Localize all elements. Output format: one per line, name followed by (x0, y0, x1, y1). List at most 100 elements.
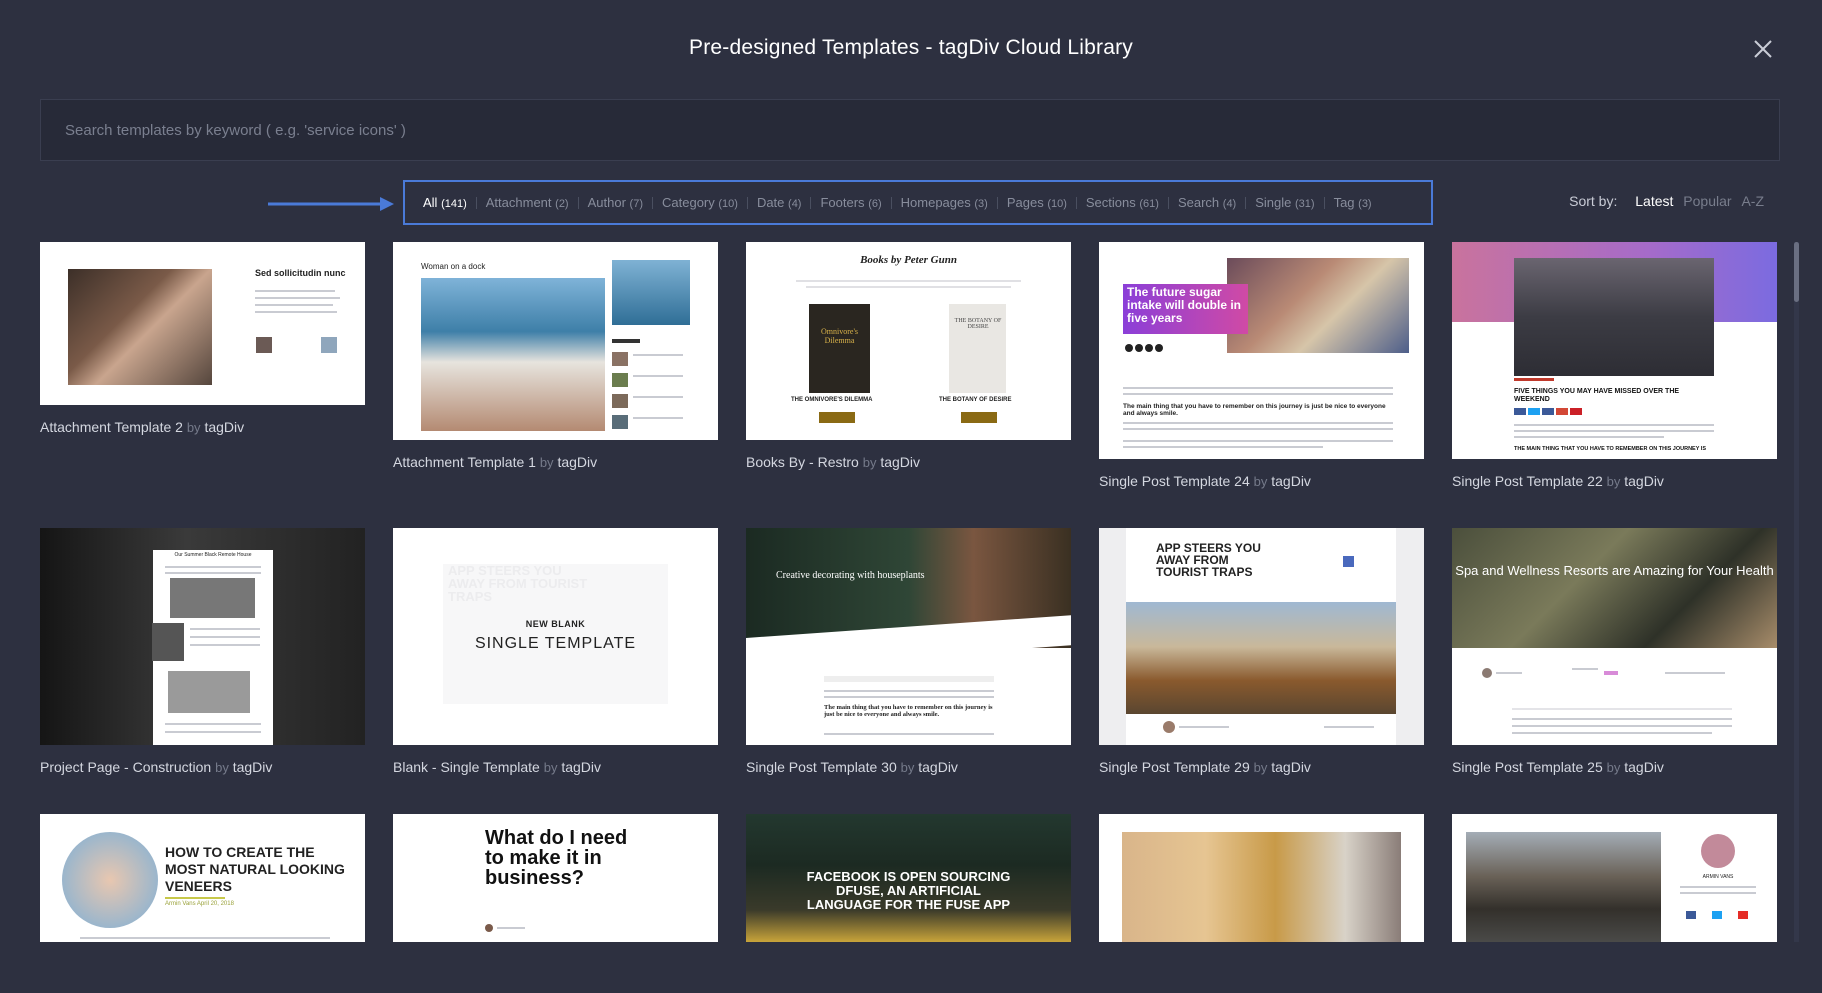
filter-single[interactable]: Single (31) (1255, 195, 1314, 210)
filter-label: Homepages (900, 195, 971, 210)
filter-footers[interactable]: Footers (6) (820, 195, 881, 210)
modal-title: Pre-designed Templates - tagDiv Cloud Li… (689, 36, 1133, 59)
template-author: tagDiv (1624, 759, 1664, 775)
template-card[interactable]: The future sugar intake will double in f… (1099, 242, 1424, 489)
template-name: Single Post Template 25 (1452, 759, 1603, 775)
scrollbar-thumb[interactable] (1794, 242, 1799, 302)
template-name: Single Post Template 29 (1099, 759, 1250, 775)
filter-label: Search (1177, 195, 1220, 210)
template-name: Project Page - Construction (40, 759, 212, 775)
filter-label: Sections (1085, 195, 1136, 210)
filter-separator (810, 196, 812, 209)
template-name: Blank - Single Template (393, 759, 540, 775)
template-thumbnail[interactable]: Spa and Wellness Resorts are Amazing for… (1452, 528, 1777, 745)
template-card[interactable]: ARMIN VANS (1452, 814, 1777, 942)
template-card[interactable]: HOW TO CREATE THE MOST NATURAL LOOKING V… (40, 814, 365, 942)
filter-sections[interactable]: Sections (61) (1086, 195, 1159, 210)
arrow-right-icon (268, 194, 396, 214)
filter-category[interactable]: Category (10) (662, 195, 738, 210)
template-card[interactable]: Sed sollicitudin nunc Attachment Templat… (40, 242, 365, 435)
filter-separator (1167, 196, 1169, 209)
template-name: Attachment Template 2 (40, 419, 183, 435)
template-thumbnail[interactable] (1099, 814, 1424, 942)
template-author: tagDiv (232, 759, 273, 775)
filter-homepages[interactable]: Homepages (3) (901, 195, 988, 210)
template-author: tagDiv (1271, 759, 1311, 775)
template-thumbnail[interactable]: What do I need to make it in business? (393, 814, 718, 942)
filter-separator (996, 196, 998, 209)
filter-label: Pages (1006, 195, 1044, 210)
search-input[interactable] (41, 100, 1779, 160)
template-thumbnail[interactable]: FACEBOOK IS OPEN SOURCING DFUSE, AN ARTI… (746, 814, 1071, 942)
template-author: tagDiv (918, 759, 958, 775)
search-box (40, 99, 1780, 161)
template-card[interactable]: APP STEERS YOU AWAY FROM TOURIST TRAPS S… (1099, 528, 1424, 775)
template-thumbnail[interactable]: ARMIN VANS (1452, 814, 1777, 942)
filter-label: All (423, 195, 438, 210)
filter-label: Attachment (485, 195, 552, 210)
filter-label: Category (662, 195, 715, 210)
sort-latest[interactable]: Latest (1635, 193, 1673, 209)
template-card[interactable]: APP STEERS YOU AWAY FROM TOURIST TRAPS N… (393, 528, 718, 775)
template-name: Books By - Restro (746, 454, 859, 470)
template-name: Single Post Template 30 (746, 759, 897, 775)
filter-pages[interactable]: Pages (10) (1007, 195, 1067, 210)
template-card[interactable]: FACEBOOK IS OPEN SOURCING DFUSE, AN ARTI… (746, 814, 1071, 942)
template-thumbnail[interactable]: APP STEERS YOU AWAY FROM TOURIST TRAPS N… (393, 528, 718, 745)
template-name: Single Post Template 24 (1099, 473, 1250, 489)
template-card[interactable]: Creative decorating with houseplants The… (746, 528, 1071, 775)
template-author: tagDiv (561, 759, 602, 775)
filter-separator (652, 196, 653, 209)
filter-separator (890, 196, 892, 209)
template-card[interactable]: What do I need to make it in business? (393, 814, 718, 942)
template-thumbnail[interactable]: HOW TO CREATE THE MOST NATURAL LOOKING V… (40, 814, 365, 942)
template-card[interactable]: Our Summer Black Remote House Project Pa… (40, 528, 365, 775)
sort-label: Sort by: (1569, 193, 1618, 209)
filter-separator (1323, 196, 1325, 209)
template-card[interactable]: Spa and Wellness Resorts are Amazing for… (1452, 528, 1777, 775)
filter-separator (746, 196, 748, 209)
filter-label: Tag (1333, 195, 1355, 210)
template-thumbnail[interactable]: Our Summer Black Remote House (40, 528, 365, 745)
filter-count: (10) (718, 198, 738, 210)
template-thumbnail[interactable]: Sed sollicitudin nunc (40, 242, 365, 405)
template-name: Attachment Template 1 (393, 454, 536, 470)
filter-separator (1245, 196, 1247, 209)
template-author: tagDiv (1624, 473, 1664, 489)
template-thumbnail[interactable]: Books by Peter Gunn Omnivore's Dilemma T… (746, 242, 1071, 440)
filter-search[interactable]: Search (4) (1178, 195, 1236, 210)
template-card[interactable]: FIVE THINGS YOU MAY HAVE MISSED OVER THE… (1452, 242, 1777, 489)
filter-count: (3) (974, 198, 988, 210)
close-icon[interactable] (1750, 36, 1776, 62)
template-author: tagDiv (204, 419, 245, 435)
filter-tag[interactable]: Tag (3) (1334, 195, 1372, 210)
filter-count: (6) (868, 198, 882, 210)
filter-label: Author (587, 195, 626, 210)
filter-count: (141) (441, 198, 467, 210)
template-card[interactable]: Books by Peter Gunn Omnivore's Dilemma T… (746, 242, 1071, 470)
template-thumbnail[interactable]: The future sugar intake will double in f… (1099, 242, 1424, 459)
template-thumbnail[interactable]: Woman on a dock (393, 242, 718, 440)
template-thumbnail[interactable]: FIVE THINGS YOU MAY HAVE MISSED OVER THE… (1452, 242, 1777, 459)
filter-author[interactable]: Author (7) (588, 195, 643, 210)
filter-attachment[interactable]: Attachment (2) (486, 195, 569, 210)
sort-popular[interactable]: Popular (1683, 193, 1731, 209)
filter-count: (2) (555, 198, 569, 210)
template-card[interactable]: Woman on a dock Attachment Template 1 by… (393, 242, 718, 470)
template-author: tagDiv (557, 454, 598, 470)
filter-count: (7) (629, 198, 643, 210)
filter-count: (31) (1295, 198, 1315, 210)
sort-a-z[interactable]: A-Z (1741, 193, 1764, 209)
template-thumbnail[interactable]: APP STEERS YOU AWAY FROM TOURIST TRAPS (1099, 528, 1424, 745)
template-author: tagDiv (1271, 473, 1311, 489)
filter-count: (3) (1358, 198, 1372, 210)
template-card[interactable] (1099, 814, 1424, 942)
filter-label: Footers (820, 195, 865, 210)
filter-label: Date (756, 195, 785, 210)
template-thumbnail[interactable]: Creative decorating with houseplants The… (746, 528, 1071, 745)
scrollbar[interactable] (1794, 242, 1799, 942)
filter-all[interactable]: All (141) (423, 195, 467, 210)
filter-separator (1075, 196, 1077, 209)
filter-label: Single (1255, 195, 1292, 210)
filter-date[interactable]: Date (4) (757, 195, 802, 210)
